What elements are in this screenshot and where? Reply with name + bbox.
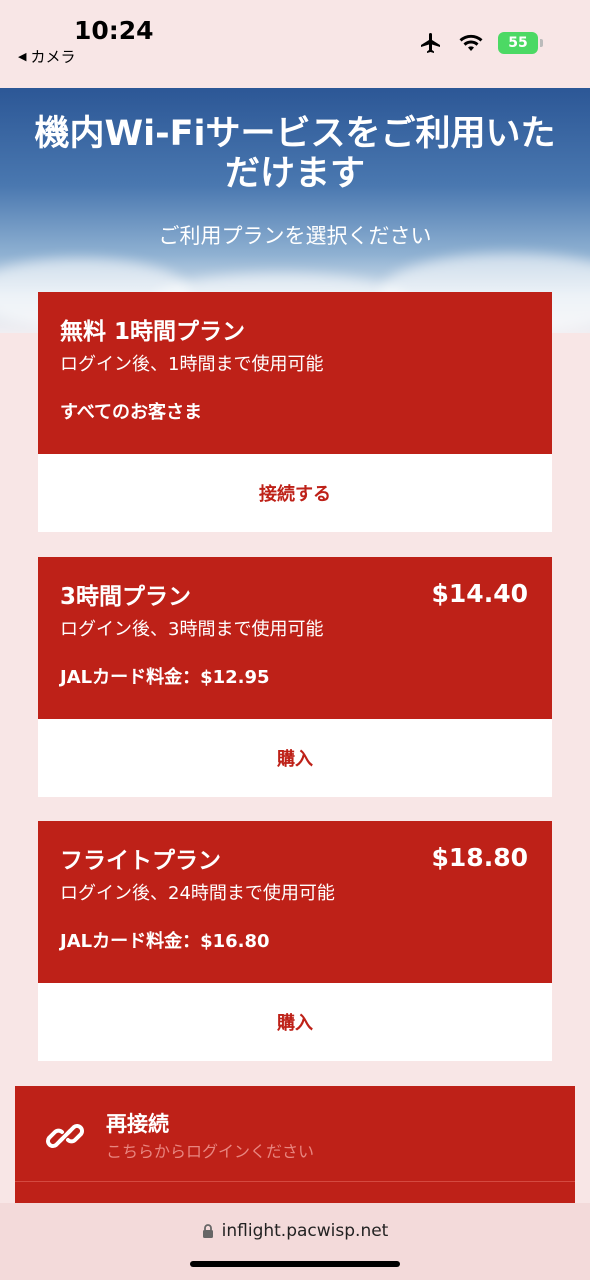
page-title: 機内Wi-Fiサービスをご利用いただけます [34,114,556,194]
back-triangle-icon: ◀ [18,50,27,63]
plan-description: ログイン後、24時間まで使用可能 [60,883,335,904]
plan-name: フライトプラン [60,848,221,874]
airplane-icon [421,33,440,53]
plan-name: 3時間プラン [60,584,192,610]
status-time: 10:24 [74,16,154,45]
plan-header: フライトプラン $18.80 ログイン後、24時間まで使用可能 JALカード料金… [38,821,552,983]
status-bar: 10:24 ◀ カメラ 55 [0,0,590,88]
plan-name: 無料 1時間プラン [60,319,246,345]
reconnect-title: 再接続 [106,1112,169,1136]
lock-icon [202,1223,213,1238]
plan-description: ログイン後、3時間まで使用可能 [60,619,324,640]
purchase-button-flight[interactable]: 購入 [38,983,552,1061]
plan-price: $18.80 [431,843,528,872]
home-indicator[interactable] [190,1261,400,1267]
plan-header: 3時間プラン $14.40 ログイン後、3時間まで使用可能 JALカード料金：$… [38,557,552,719]
plan-eligibility: すべてのお客さま [60,402,203,423]
plan-price: $14.40 [431,579,528,608]
url-text: inflight.pacwisp.net [221,1221,389,1241]
reconnect-subtitle: こちらからログインください [106,1142,315,1161]
purchase-button-3hour[interactable]: 購入 [38,719,552,797]
back-to-camera-link[interactable]: ◀ カメラ [18,46,75,67]
back-app-label: カメラ [30,48,76,66]
reconnect-button[interactable]: 再接続 こちらからログインください [15,1086,575,1181]
plan-jal-card-price: JALカード料金：$12.95 [60,667,270,688]
plan-card-3hour: 3時間プラン $14.40 ログイン後、3時間まで使用可能 JALカード料金：$… [38,557,552,797]
reconnect-footer-band [15,1181,575,1203]
plan-header: 無料 1時間プラン ログイン後、1時間まで使用可能 すべてのお客さま [38,292,552,454]
plan-jal-card-price: JALカード料金：$16.80 [60,931,270,952]
plan-description: ログイン後、1時間まで使用可能 [60,354,324,375]
page-subtitle: ご利用プランを選択ください [158,224,432,248]
link-icon [46,1124,84,1148]
url-display[interactable]: inflight.pacwisp.net [0,1221,590,1241]
browser-url-bar[interactable]: inflight.pacwisp.net [0,1203,590,1280]
plan-card-free: 無料 1時間プラン ログイン後、1時間まで使用可能 すべてのお客さま 接続する [38,292,552,532]
wifi-icon [459,34,483,51]
plan-card-flight: フライトプラン $18.80 ログイン後、24時間まで使用可能 JALカード料金… [38,821,552,1061]
status-icons: 55 [418,31,543,55]
battery-level: 55 [508,35,528,51]
battery-icon: 55 [498,32,543,54]
connect-button[interactable]: 接続する [38,454,552,532]
